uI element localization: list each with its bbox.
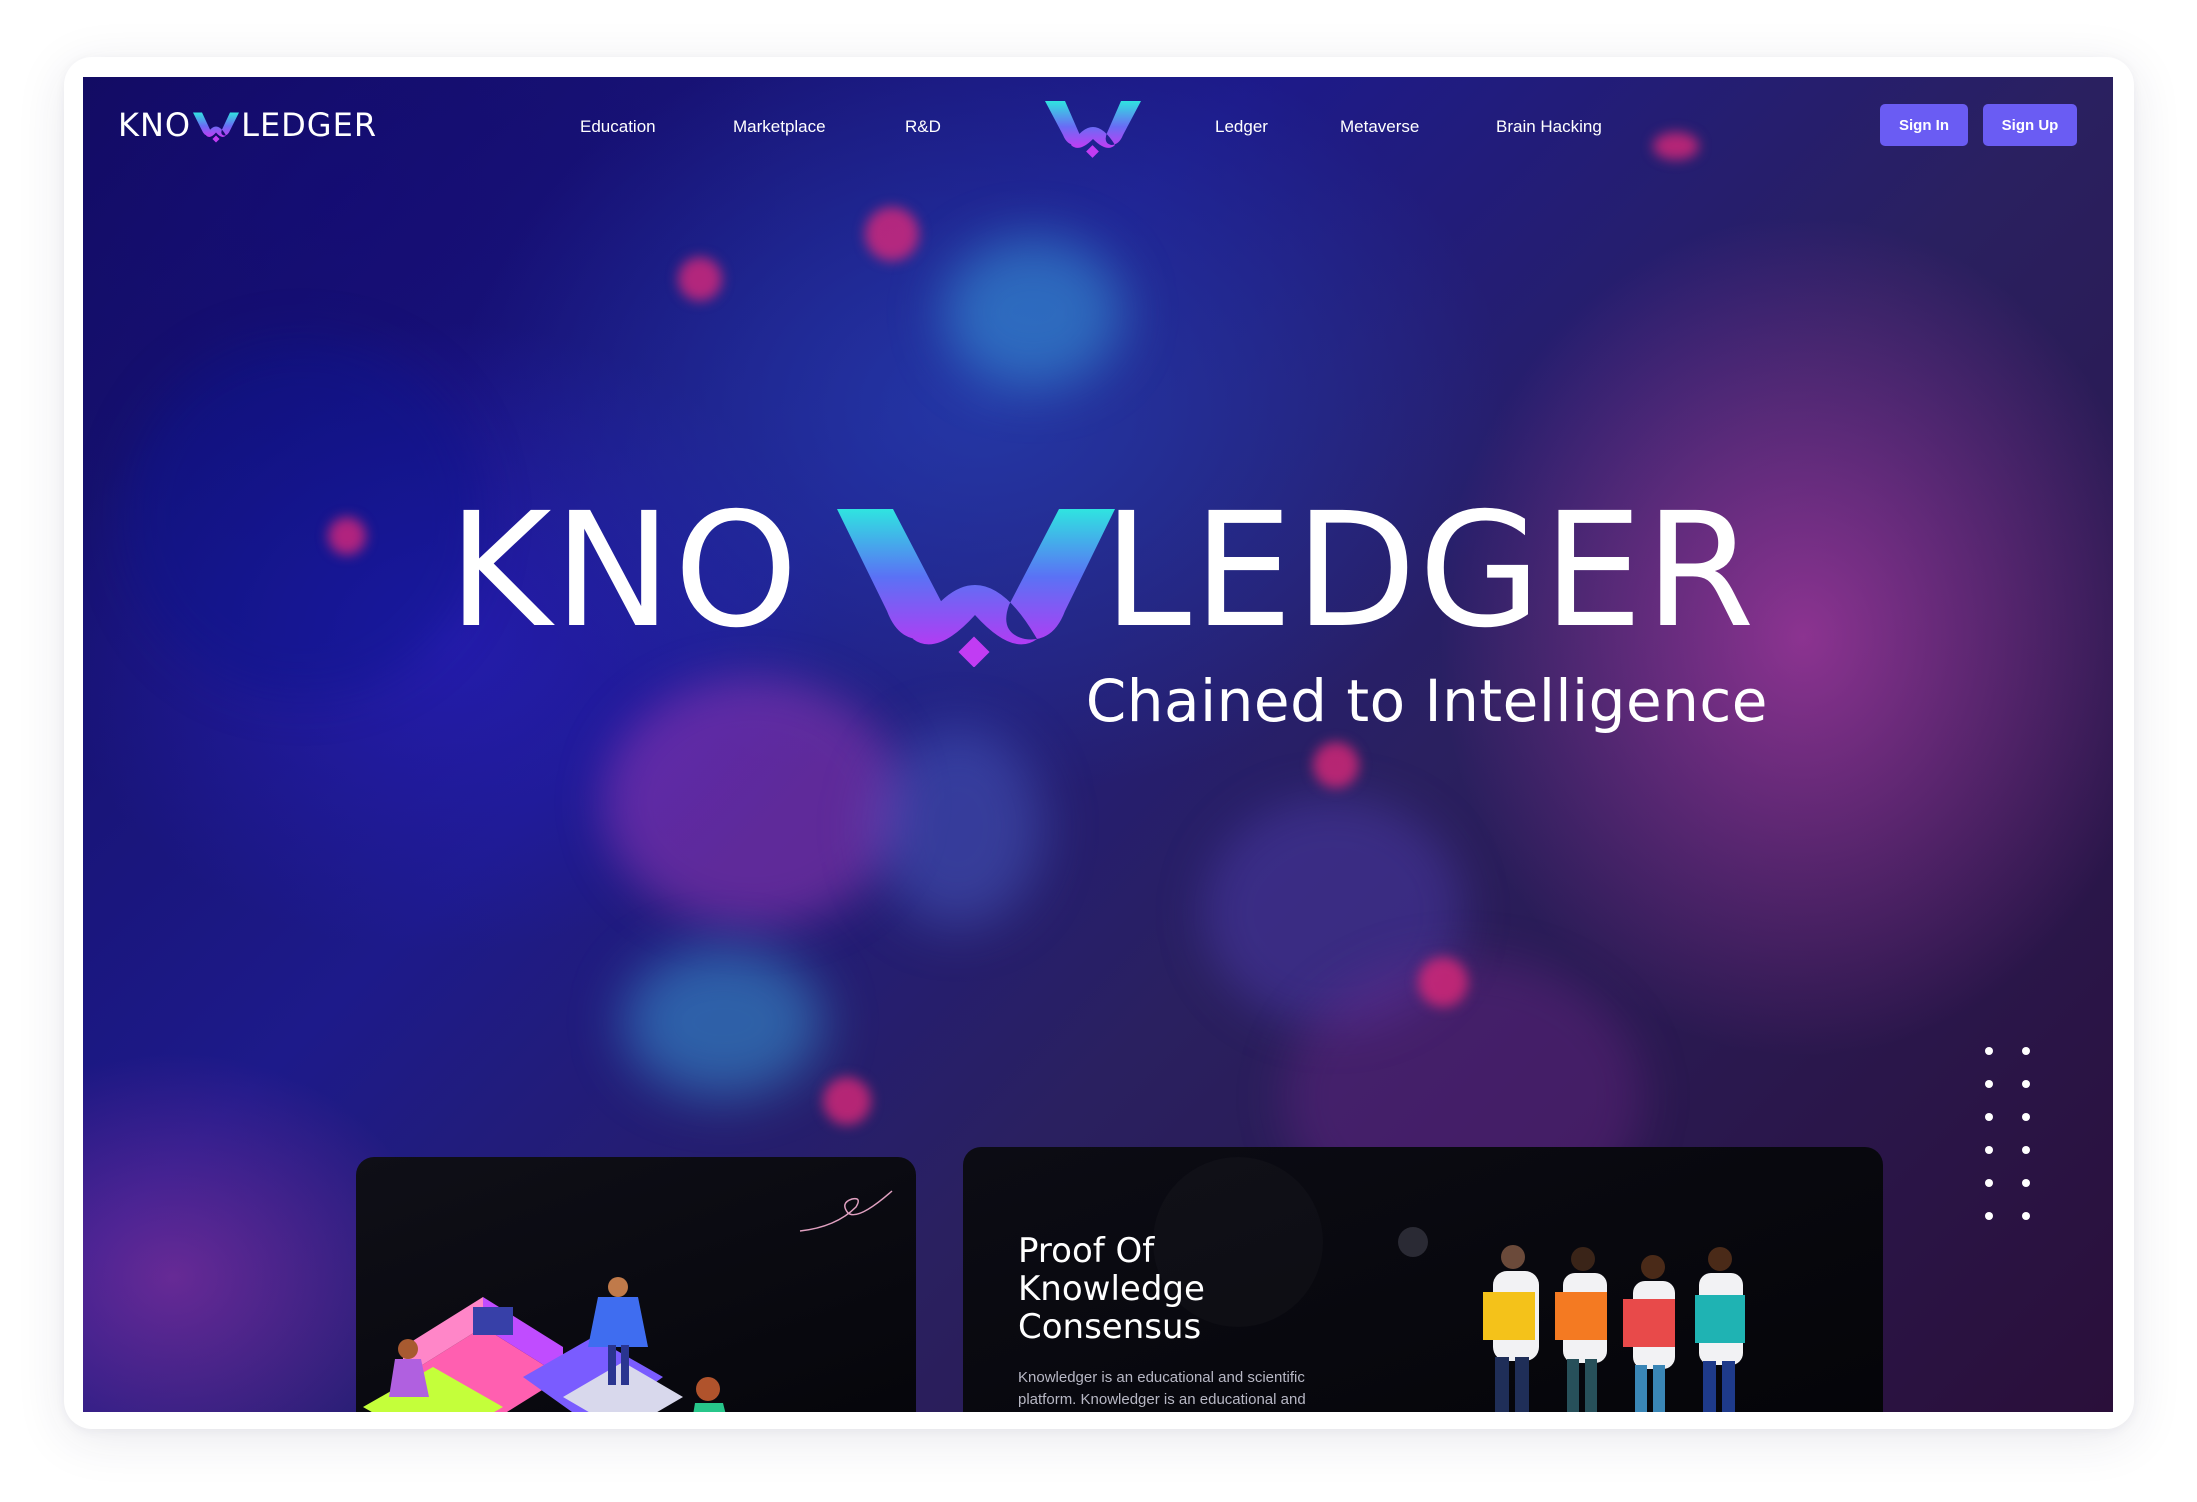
bg-node xyxy=(1653,132,1699,160)
bg-node xyxy=(865,207,919,261)
knowledger-logo-icon xyxy=(193,112,240,143)
card-description: Knowledger is an educational and scienti… xyxy=(1018,1369,1306,1408)
nav-rd[interactable]: R&D xyxy=(905,117,941,137)
bg-node xyxy=(1313,742,1359,788)
nav-metaverse[interactable]: Metaverse xyxy=(1340,117,1419,137)
bg-node xyxy=(1418,957,1468,1007)
nav-ledger[interactable]: Ledger xyxy=(1215,117,1268,137)
logo-text-right: LEDGER xyxy=(241,106,378,144)
hero-title-left: KNO xyxy=(448,479,801,663)
bg-glow xyxy=(623,947,823,1097)
bg-glow xyxy=(873,727,1043,927)
card-title: Proof Of Knowledge Consensus xyxy=(1018,1231,1205,1347)
center-logo-icon[interactable] xyxy=(1041,99,1145,159)
sign-up-button[interactable]: Sign Up xyxy=(1983,104,2077,146)
bg-node xyxy=(678,257,722,301)
page-screen: KNO LEDGER Education Marketplace R&D Led… xyxy=(83,77,2113,1412)
swirl-icon xyxy=(799,1190,893,1232)
nav-education[interactable]: Education xyxy=(580,117,656,137)
team-puzzle-illustration xyxy=(1483,1245,1745,1412)
nav-marketplace[interactable]: Marketplace xyxy=(733,117,826,137)
sign-in-button[interactable]: Sign In xyxy=(1880,104,1968,146)
feature-card-proof-of-knowledge[interactable]: Proof Of Knowledge Consensus Knowledger … xyxy=(963,1147,1883,1412)
hero-title-right: LEDGER xyxy=(1103,479,1757,663)
bg-glow xyxy=(943,237,1123,387)
bg-node xyxy=(823,1077,871,1125)
hero-tagline: Chained to Intelligence xyxy=(1085,667,1768,735)
hero-logo-icon xyxy=(837,509,1115,667)
dots-menu-icon[interactable] xyxy=(1985,1047,2045,1247)
puzzle-building-illustration xyxy=(363,1277,726,1412)
card-decor-dot xyxy=(1398,1227,1428,1257)
nav-brain-hacking[interactable]: Brain Hacking xyxy=(1496,117,1602,137)
logo-text-left: KNO xyxy=(118,106,192,144)
bg-blob xyxy=(603,677,903,927)
header-logo[interactable]: KNO LEDGER xyxy=(118,105,377,145)
